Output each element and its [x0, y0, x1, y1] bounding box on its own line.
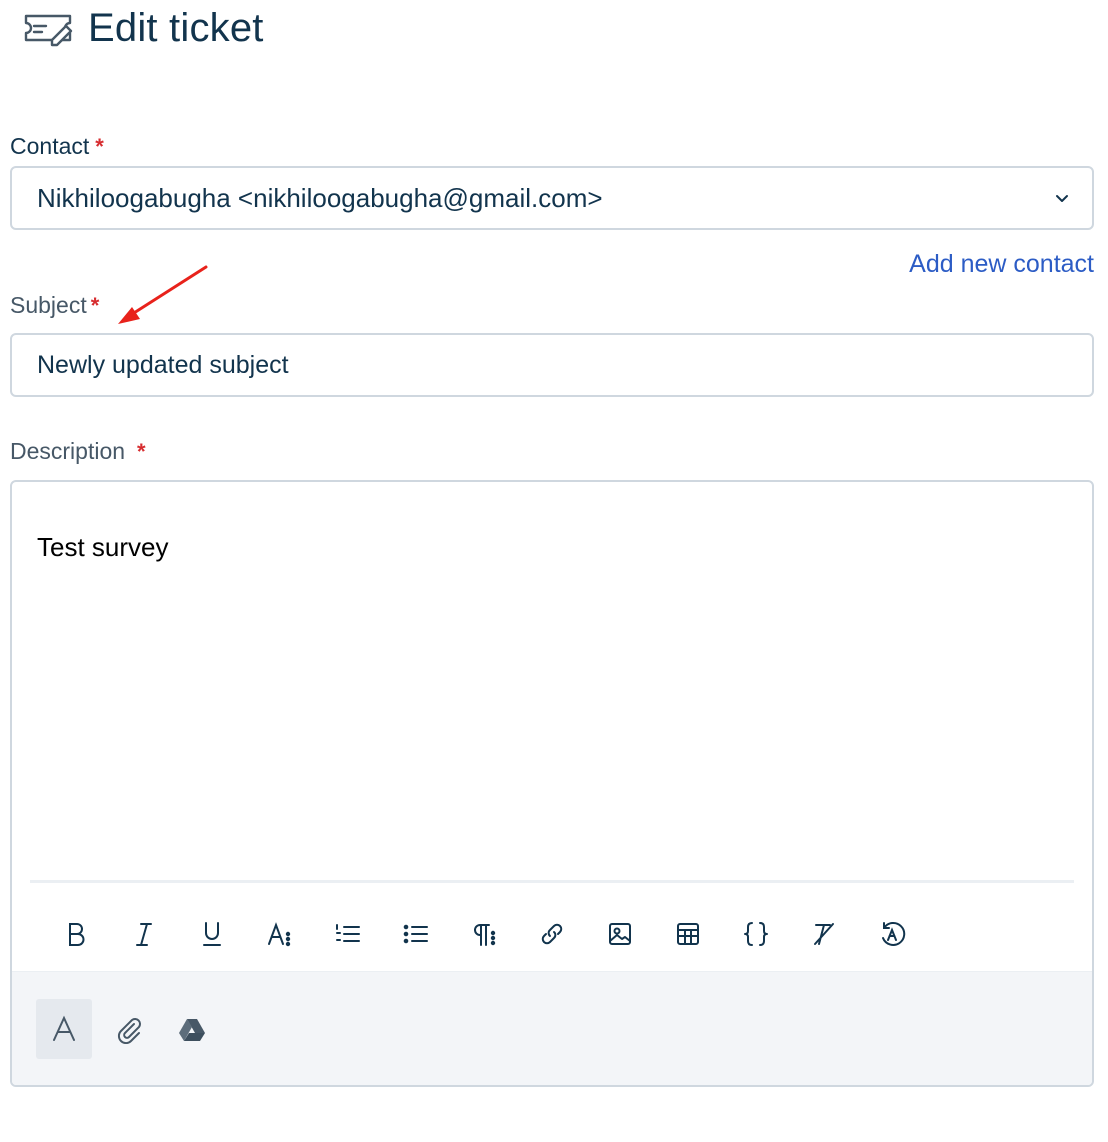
- table-icon[interactable]: [654, 906, 722, 962]
- google-drive-icon[interactable]: [164, 999, 220, 1059]
- link-icon[interactable]: [518, 906, 586, 962]
- clear-format-icon[interactable]: [790, 906, 858, 962]
- contact-label: Contact *: [10, 133, 104, 159]
- subject-input[interactable]: Newly updated subject: [10, 333, 1094, 397]
- code-braces-icon[interactable]: [722, 906, 790, 962]
- text-format-icon[interactable]: [36, 998, 92, 1059]
- description-editor[interactable]: Test survey: [10, 480, 1094, 1087]
- toolbar-divider: [30, 880, 1074, 883]
- required-mark: *: [137, 439, 146, 464]
- required-mark: *: [90, 293, 100, 318]
- unordered-list-icon[interactable]: [382, 906, 450, 962]
- bold-icon[interactable]: [42, 906, 110, 962]
- page-title: Edit ticket: [88, 5, 264, 50]
- add-new-contact-link[interactable]: Add new contact: [909, 250, 1094, 279]
- chevron-down-icon: [1054, 190, 1070, 206]
- description-text[interactable]: Test survey: [37, 532, 169, 563]
- italic-icon[interactable]: [110, 906, 178, 962]
- autocorrect-icon[interactable]: [858, 906, 926, 962]
- description-label: Description *: [10, 438, 146, 464]
- required-mark: *: [95, 134, 104, 159]
- image-icon[interactable]: [586, 906, 654, 962]
- paragraph-icon[interactable]: [450, 906, 518, 962]
- subject-input-value: Newly updated subject: [37, 350, 289, 379]
- page-header: Edit ticket: [22, 4, 264, 52]
- editor-footer: [12, 971, 1092, 1085]
- editor-toolbar: [12, 894, 1092, 974]
- contact-select[interactable]: Nikhiloogabugha <nikhiloogabugha@gmail.c…: [10, 166, 1094, 230]
- attachment-icon[interactable]: [100, 999, 156, 1059]
- annotation-arrow: [118, 265, 208, 324]
- contact-select-value: Nikhiloogabugha <nikhiloogabugha@gmail.c…: [37, 182, 603, 213]
- font-size-icon[interactable]: [246, 906, 314, 962]
- ticket-edit-icon: [22, 8, 76, 48]
- underline-icon[interactable]: [178, 906, 246, 962]
- subject-label: Subject *: [10, 292, 100, 318]
- ordered-list-icon[interactable]: [314, 906, 382, 962]
